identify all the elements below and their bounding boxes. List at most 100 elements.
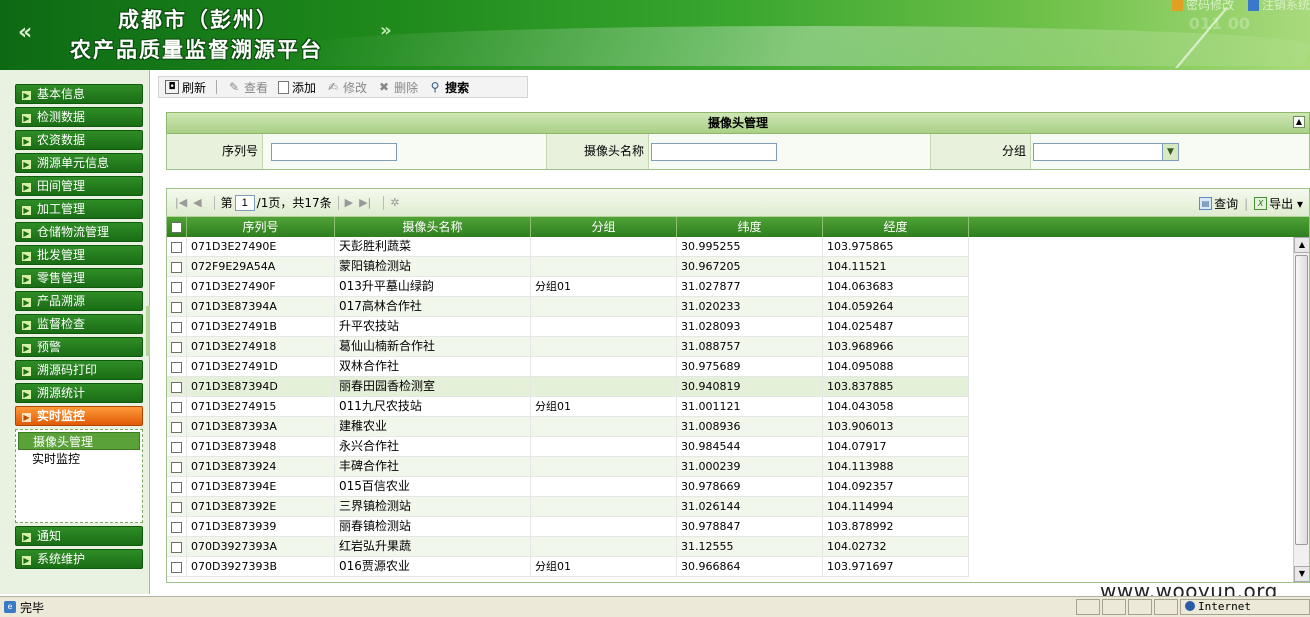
search-button[interactable]: ⚲ 搜索 (428, 79, 469, 96)
pager-actions: ▤ 查询 | X 导出 ▾ (1193, 195, 1303, 212)
row-checkbox[interactable] (171, 261, 182, 273)
add-button[interactable]: 添加 (278, 79, 316, 96)
sidebar-item-code-print[interactable]: ▶ 溯源码打印 (15, 360, 143, 380)
row-checkbox[interactable] (171, 421, 182, 433)
table-row[interactable]: 072F9E29A54A 蒙阳镇检测站 30.967205 104.11521 (167, 257, 969, 277)
scroll-down-icon[interactable]: ▼ (1294, 566, 1309, 582)
scroll-up-icon[interactable]: ▲ (1294, 237, 1309, 253)
cell-longitude: 104.095088 (823, 357, 969, 376)
status-done: e 完毕 (0, 599, 44, 616)
column-header-longitude[interactable]: 经度 (823, 217, 969, 237)
sidebar-item-field-management[interactable]: ▶ 田间管理 (15, 176, 143, 196)
sidebar-item-notice[interactable]: ▶ 通知 (15, 526, 143, 546)
sidebar-item-warning[interactable]: ▶ 预警 (15, 337, 143, 357)
row-checkbox[interactable] (171, 301, 182, 313)
sidebar-item-test-data[interactable]: ▶ 检测数据 (15, 107, 143, 127)
vertical-scrollbar[interactable]: ▲ ▼ (1293, 237, 1309, 582)
table-row[interactable]: 071D3E27490E 天彭胜利蔬菜 30.995255 103.975865 (167, 237, 969, 257)
table-row[interactable]: 071D3E87394A 017高林合作社 31.020233 104.059264 (167, 297, 969, 317)
export-button[interactable]: X 导出 ▾ (1254, 195, 1303, 212)
table-row[interactable]: 071D3E274915 011九尺农技站 分组01 31.001121 104.043… (167, 397, 969, 417)
row-checkbox[interactable] (171, 541, 182, 553)
change-password-link[interactable]: 密码修改 (1172, 0, 1234, 12)
sidebar-item-logistics[interactable]: ▶ 仓储物流管理 (15, 222, 143, 242)
sidebar-item-processing[interactable]: ▶ 加工管理 (15, 199, 143, 219)
delete-button[interactable]: ✖ 删除 (377, 79, 418, 96)
sidebar-item-realtime-monitor[interactable]: ▶ 实时监控 (15, 406, 143, 426)
table-row[interactable]: 071D3E27491D 双林合作社 30.975689 104.095088 (167, 357, 969, 377)
table-row[interactable]: 071D3E873939 丽春镇检测站 30.978847 103.878992 (167, 517, 969, 537)
column-header-serial[interactable]: 序列号 (187, 217, 335, 237)
group-select[interactable]: ▼ (1033, 142, 1179, 161)
collapse-left-icon[interactable]: « (18, 20, 32, 45)
serial-input[interactable] (271, 142, 397, 161)
refresh-button[interactable]: ◘ 刷新 (165, 79, 206, 96)
last-page-icon[interactable]: ▶| (359, 196, 371, 209)
cell-group (531, 377, 677, 396)
table-row[interactable]: 071D3E87393A 建稚农业 31.008936 103.906013 (167, 417, 969, 437)
cell-latitude: 30.978847 (677, 517, 823, 536)
sidebar-item-agri-supplies[interactable]: ▶ 农资数据 (15, 130, 143, 150)
scroll-thumb[interactable] (1295, 255, 1308, 545)
sidebar-item-product-trace[interactable]: ▶ 产品溯源 (15, 291, 143, 311)
table-row[interactable]: 071D3E87394E 015百信农业 30.978669 104.092357 (167, 477, 969, 497)
view-button[interactable]: ✎ 查看 (227, 79, 268, 96)
sidebar-item-basic-info[interactable]: ▶ 基本信息 (15, 84, 143, 104)
row-checkbox[interactable] (171, 521, 182, 533)
query-button[interactable]: ▤ 查询 (1199, 195, 1238, 212)
first-page-icon[interactable]: |◀ (175, 196, 187, 209)
row-checkbox[interactable] (171, 481, 182, 493)
row-checkbox[interactable] (171, 381, 182, 393)
cell-longitude: 104.113988 (823, 457, 969, 476)
column-header-group[interactable]: 分组 (531, 217, 677, 237)
sidebar-item-wholesale[interactable]: ▶ 批发管理 (15, 245, 143, 265)
row-checkbox[interactable] (171, 341, 182, 353)
camera-name-input[interactable] (651, 142, 777, 161)
table-row[interactable]: 071D3E87392E 三界镇检测站 31.026144 104.114994 (167, 497, 969, 517)
table-row[interactable]: 071D3E87394D 丽春田园香检测室 30.940819 103.837885 (167, 377, 969, 397)
column-header-camera-name[interactable]: 摄像头名称 (335, 217, 531, 237)
cell-camera-name: 红岩弘升果蔬 (335, 537, 531, 556)
row-checkbox[interactable] (171, 501, 182, 513)
next-page-icon[interactable]: ▶ (345, 196, 353, 209)
column-header-latitude[interactable]: 纬度 (677, 217, 823, 237)
row-checkbox[interactable] (171, 561, 182, 573)
sidebar-resize-handle[interactable] (146, 306, 150, 356)
chevron-down-icon[interactable]: ▼ (1162, 143, 1178, 160)
row-checkbox-cell (167, 557, 187, 576)
table-row[interactable]: 071D3E27491B 升平农技站 31.028093 104.025487 (167, 317, 969, 337)
row-checkbox[interactable] (171, 461, 182, 473)
reload-icon[interactable]: ✲ (390, 196, 399, 209)
table-row[interactable]: 070D3927393B 016贾源农业 分组01 30.966864 103.9716… (167, 557, 969, 577)
sidebar-item-inspection[interactable]: ▶ 监督检查 (15, 314, 143, 334)
row-checkbox[interactable] (171, 401, 182, 413)
submenu-item-realtime-monitor[interactable]: 实时监控 (18, 450, 140, 468)
cell-longitude: 103.971697 (823, 557, 969, 576)
expand-right-icon[interactable]: » (380, 20, 392, 41)
row-checkbox[interactable] (171, 241, 182, 253)
row-checkbox[interactable] (171, 441, 182, 453)
cell-group: 分组01 (531, 397, 677, 416)
page-number-input[interactable] (234, 194, 255, 211)
logout-link[interactable]: 注销系统 (1247, 0, 1310, 12)
row-checkbox[interactable] (171, 281, 182, 293)
header-banner: 011 00 « 成都市（彭州） 农产品质量监督溯源平台 » 密码修改 注销系统 (0, 0, 1310, 70)
table-row[interactable]: 071D3E27490F 013升平墓山绿韵 分组01 31.027877 104.06… (167, 277, 969, 297)
row-checkbox[interactable] (171, 361, 182, 373)
collapse-icon[interactable]: ▲ (1293, 116, 1305, 128)
submenu-item-camera-management[interactable]: 摄像头管理 (18, 432, 140, 450)
sidebar-item-system-maintenance[interactable]: ▶ 系统维护 (15, 549, 143, 569)
table-row[interactable]: 070D3927393A 红岩弘升果蔬 31.12555 104.02732 (167, 537, 969, 557)
row-checkbox-cell (167, 477, 187, 496)
table-row[interactable]: 071D3E873948 永兴合作社 30.984544 104.07917 (167, 437, 969, 457)
table-row[interactable]: 071D3E873924 丰碑合作社 31.000239 104.113988 (167, 457, 969, 477)
edit-button[interactable]: ✍ 修改 (326, 79, 367, 96)
table-row[interactable]: 071D3E274918 葛仙山楠新合作社 31.088757 103.968966 (167, 337, 969, 357)
prev-page-icon[interactable]: ◀ (193, 196, 201, 209)
cell-longitude: 103.906013 (823, 417, 969, 436)
sidebar-item-retail[interactable]: ▶ 零售管理 (15, 268, 143, 288)
select-all-checkbox[interactable] (171, 222, 182, 233)
sidebar-item-trace-units[interactable]: ▶ 溯源单元信息 (15, 153, 143, 173)
row-checkbox[interactable] (171, 321, 182, 333)
sidebar-item-trace-stats[interactable]: ▶ 溯源统计 (15, 383, 143, 403)
